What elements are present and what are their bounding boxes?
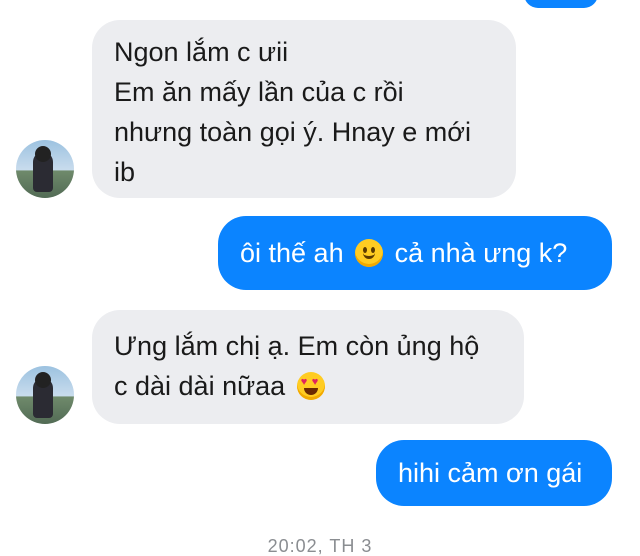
avatar-figure-head <box>35 146 51 162</box>
message-text: hihi cảm ơn gái <box>398 458 583 488</box>
message-text: ôi thế ah cả nhà ưng k? <box>240 233 590 273</box>
message-text-after: cả nhà ưng k? <box>394 238 568 268</box>
contact-avatar[interactable] <box>16 366 74 424</box>
message-line: Ưng lắm chị ạ. Em còn ủng hộ <box>114 331 480 361</box>
slightly-smiling-face-icon <box>355 239 384 267</box>
chat-thread: Ngon lắm c ưii Em ăn mấy lần của c rồi n… <box>0 0 640 556</box>
message-bubble-incoming[interactable]: Ưng lắm chị ạ. Em còn ủng hộ c dài dài n… <box>92 310 524 424</box>
previous-outgoing-bubble-edge <box>524 0 598 8</box>
message-text-before: ôi thế ah <box>240 238 344 268</box>
contact-avatar[interactable] <box>16 140 74 198</box>
message-line: Em ăn mấy lần của c rồi <box>114 77 404 107</box>
heart-eyes-icon: ♥ ♥ <box>296 372 325 400</box>
message-bubble-outgoing[interactable]: hihi cảm ơn gái <box>376 440 612 506</box>
message-line: c dài dài nữaa ♥ ♥ <box>114 366 502 406</box>
message-bubble-outgoing[interactable]: ôi thế ah cả nhà ưng k? <box>218 216 612 290</box>
message-line: nhưng toàn gọi ý. Hnay e mới <box>114 117 471 147</box>
message-line: ib <box>114 157 136 187</box>
message-bubble-incoming[interactable]: Ngon lắm c ưii Em ăn mấy lần của c rồi n… <box>92 20 516 198</box>
message-timestamp: 20:02, TH 3 <box>267 536 373 556</box>
message-line-text: c dài dài nữaa <box>114 371 286 401</box>
message-line: Ngon lắm c ưii <box>114 37 289 67</box>
avatar-figure-head <box>35 372 51 388</box>
